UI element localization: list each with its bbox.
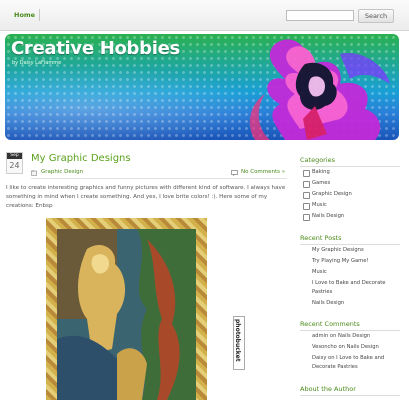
comment-icon xyxy=(231,170,238,176)
post-body-text: I like to create interesting graphics an… xyxy=(6,185,286,210)
artwork-inner-image xyxy=(57,229,196,400)
recent-post-link[interactable]: My Graphic Designs xyxy=(312,246,364,255)
folder-icon xyxy=(303,214,310,221)
folder-icon xyxy=(31,170,37,176)
nav-separator xyxy=(39,9,40,21)
folder-icon xyxy=(303,170,310,177)
recent-posts-divider xyxy=(300,244,400,245)
post-date-badge: Sep 24 xyxy=(6,152,23,174)
categories-heading: Categories xyxy=(300,156,336,164)
top-navigation-bar: Home Search xyxy=(0,0,409,31)
post-comments-link[interactable]: No Comments » xyxy=(241,169,285,175)
artwork-figure xyxy=(57,229,196,400)
site-banner: Creative Hobbies by Daisy LaFlamme xyxy=(5,34,399,140)
recent-post-link[interactable]: Nails Design xyxy=(312,299,344,308)
category-item[interactable]: Music xyxy=(303,201,327,210)
search-button[interactable]: Search xyxy=(358,9,394,23)
nav-home-link[interactable]: Home xyxy=(14,11,35,19)
categories-divider xyxy=(300,166,400,167)
folder-icon xyxy=(303,203,310,210)
recent-comments-divider xyxy=(300,330,400,331)
category-label: Games xyxy=(312,180,331,186)
recent-post-link[interactable]: Try Playing My Game! xyxy=(312,257,368,266)
folder-icon xyxy=(303,192,310,199)
site-title[interactable]: Creative Hobbies xyxy=(11,38,180,59)
recent-post-link-continued[interactable]: Pastries xyxy=(312,288,332,297)
category-item[interactable]: Games xyxy=(303,179,331,188)
folder-icon xyxy=(303,181,310,188)
recent-comment[interactable]: Daisy on I Love to Bake and xyxy=(312,354,384,363)
about-author-divider xyxy=(300,395,400,396)
recent-posts-heading: Recent Posts xyxy=(300,234,342,242)
recent-comment[interactable]: Vesoncho on Nails Design xyxy=(312,343,379,352)
recent-comments-heading: Recent Comments xyxy=(300,320,360,328)
category-label: Nails Design xyxy=(312,213,345,219)
category-item[interactable]: Nails Design xyxy=(303,212,345,221)
recent-comment-continued[interactable]: Decorate Pastries xyxy=(312,363,358,372)
recent-post-link[interactable]: Music xyxy=(312,268,327,277)
recent-post-link[interactable]: I Love to Bake and Decorate xyxy=(312,279,385,288)
category-item[interactable]: Baking xyxy=(303,168,330,177)
category-label: Graphic Design xyxy=(312,191,352,197)
photobucket-label: photobucket xyxy=(234,319,241,362)
photobucket-badge[interactable]: photobucket xyxy=(233,316,245,370)
about-author-heading: About the Author xyxy=(300,385,356,393)
post-category-link[interactable]: Graphic Design xyxy=(41,169,83,175)
site-tagline: by Daisy LaFlamme xyxy=(12,60,62,66)
post-title-link[interactable]: My Graphic Designs xyxy=(31,153,131,164)
post-artwork-image[interactable] xyxy=(46,218,207,400)
search-input[interactable] xyxy=(286,10,354,21)
meta-divider xyxy=(31,178,287,179)
banner-art-image xyxy=(249,39,390,140)
post-date-day: 24 xyxy=(9,161,20,170)
category-item[interactable]: Graphic Design xyxy=(303,190,352,199)
category-label: Baking xyxy=(312,169,330,175)
recent-comment[interactable]: admin on Nails Design xyxy=(312,332,370,341)
category-label: Music xyxy=(312,202,327,208)
